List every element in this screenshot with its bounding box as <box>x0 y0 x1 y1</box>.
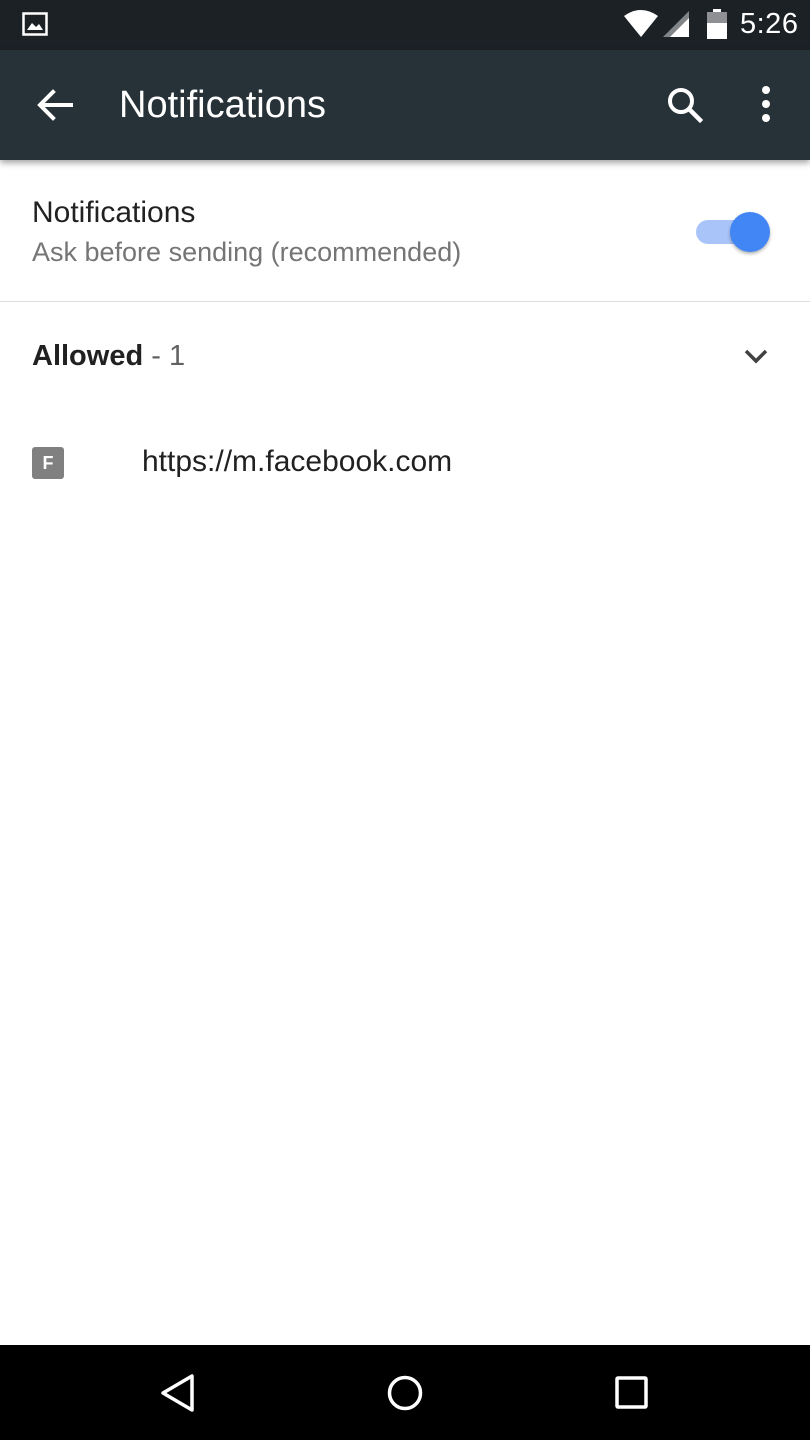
allowed-section-header[interactable]: Allowed - 1 <box>0 303 810 409</box>
site-favicon-icon: F <box>32 447 64 479</box>
chevron-down-icon[interactable] <box>738 341 774 371</box>
nav-back-icon[interactable] <box>152 1371 202 1415</box>
more-vert-icon <box>762 86 770 122</box>
notifications-toggle[interactable] <box>694 210 774 254</box>
signal-icon <box>663 11 689 37</box>
notifications-setting-row[interactable]: Notifications Ask before sending (recomm… <box>0 160 810 302</box>
wifi-icon <box>624 10 658 37</box>
search-button[interactable] <box>650 70 720 140</box>
image-notification-icon <box>22 12 48 36</box>
nav-recents-icon[interactable] <box>614 1375 652 1413</box>
status-bar: 5:26 <box>0 0 810 50</box>
search-icon <box>668 88 704 124</box>
arrow-back-icon <box>37 89 73 121</box>
back-button[interactable] <box>20 70 90 140</box>
allowed-label: Allowed - 1 <box>32 340 185 373</box>
battery-icon <box>707 9 727 39</box>
setting-title: Notifications <box>32 196 196 229</box>
allowed-count: - 1 <box>143 340 186 372</box>
app-bar: Notifications <box>0 50 810 160</box>
overflow-menu-button[interactable] <box>733 70 799 140</box>
nav-home-icon[interactable] <box>384 1373 426 1415</box>
setting-summary: Ask before sending (recommended) <box>32 237 462 267</box>
list-item[interactable]: F https://m.facebook.com <box>0 409 810 515</box>
navigation-bar <box>0 1345 810 1440</box>
site-url: https://m.facebook.com <box>142 445 453 478</box>
page-title: Notifications <box>119 84 326 126</box>
status-time: 5:26 <box>740 8 799 40</box>
toggle-thumb <box>730 212 770 252</box>
allowed-title: Allowed <box>32 340 144 372</box>
